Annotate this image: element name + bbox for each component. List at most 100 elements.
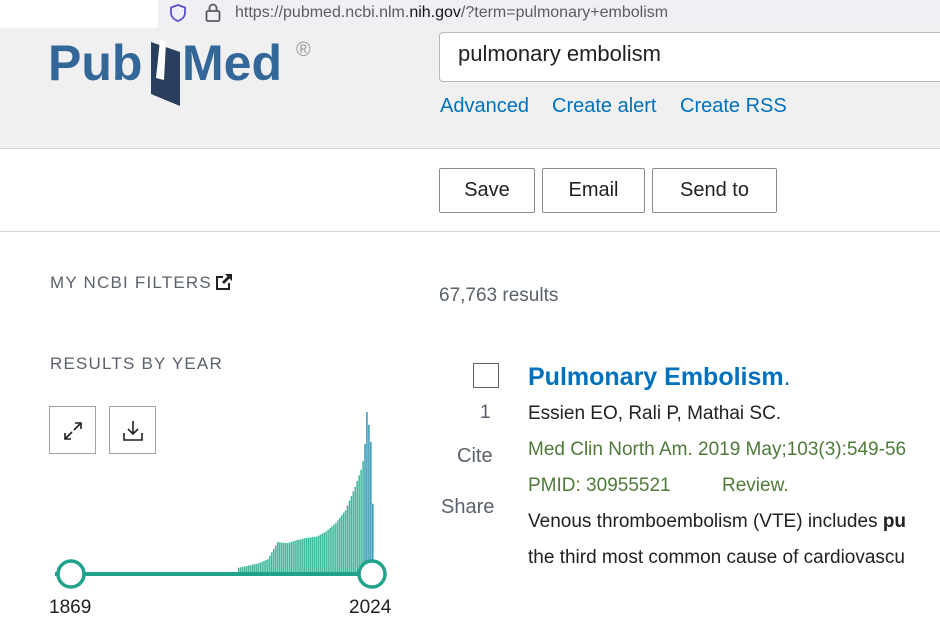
year-bar[interactable] bbox=[272, 548, 275, 572]
year-bar[interactable] bbox=[368, 424, 370, 572]
result-select-checkbox[interactable] bbox=[473, 363, 499, 388]
year-bar[interactable] bbox=[311, 537, 314, 572]
year-bar[interactable] bbox=[335, 522, 337, 572]
year-bar[interactable] bbox=[241, 566, 244, 572]
lock-icon[interactable] bbox=[203, 2, 223, 24]
result-title-link[interactable]: Pulmonary Embolism. bbox=[528, 363, 791, 392]
year-bar[interactable] bbox=[317, 535, 320, 572]
year-bar[interactable] bbox=[265, 560, 267, 572]
create-rss-link[interactable]: Create RSS bbox=[680, 95, 787, 118]
year-bar[interactable] bbox=[261, 561, 263, 572]
year-bar[interactable] bbox=[300, 539, 302, 572]
year-bar[interactable] bbox=[302, 538, 304, 572]
year-bar[interactable] bbox=[245, 566, 248, 572]
slider-handle-end[interactable] bbox=[357, 559, 387, 589]
year-bar[interactable] bbox=[348, 500, 351, 572]
year-bar[interactable] bbox=[294, 540, 296, 572]
year-bar[interactable] bbox=[331, 526, 333, 572]
email-button[interactable]: Email bbox=[542, 168, 645, 213]
year-bar[interactable] bbox=[259, 562, 261, 572]
year-bar[interactable] bbox=[356, 480, 358, 572]
year-bar[interactable] bbox=[321, 533, 324, 572]
year-bar[interactable] bbox=[280, 542, 283, 572]
year-bar[interactable] bbox=[319, 534, 322, 572]
url-path: /?term=pulmonary+embolism bbox=[460, 4, 669, 21]
result-title-suffix: . bbox=[783, 363, 791, 391]
year-bar[interactable] bbox=[239, 567, 242, 572]
year-bar[interactable] bbox=[327, 529, 329, 572]
year-bar[interactable] bbox=[362, 461, 364, 572]
year-bar[interactable] bbox=[340, 515, 343, 572]
result-authors: Essien EO, Rali P, Mathai SC. bbox=[528, 403, 782, 424]
result-citation: Med Clin North Am. 2019 May;103(3):549-5… bbox=[528, 439, 907, 460]
year-bar[interactable] bbox=[288, 542, 291, 572]
year-bar[interactable] bbox=[267, 559, 269, 572]
pubmed-logo[interactable]: Pub Med ® bbox=[48, 36, 323, 106]
year-bar[interactable] bbox=[263, 560, 265, 572]
year-bar[interactable] bbox=[346, 505, 349, 572]
year-bar[interactable] bbox=[278, 542, 281, 572]
year-bar[interactable] bbox=[342, 512, 345, 572]
year-bar[interactable] bbox=[337, 520, 339, 572]
year-bars bbox=[238, 412, 374, 572]
year-bar[interactable] bbox=[247, 565, 250, 572]
results-count: 67,763 results bbox=[439, 285, 559, 306]
search-input[interactable]: pulmonary embolism bbox=[439, 32, 940, 82]
year-bar[interactable] bbox=[350, 496, 353, 572]
url-text[interactable]: https://pubmed.ncbi.nlm.nih.gov/?term=pu… bbox=[235, 4, 668, 22]
year-bar[interactable] bbox=[271, 552, 273, 572]
browser-address-bar[interactable]: https://pubmed.ncbi.nlm.nih.gov/?term=pu… bbox=[0, 0, 940, 28]
year-bar[interactable] bbox=[296, 540, 298, 572]
year-bar[interactable] bbox=[354, 486, 357, 572]
year-bar[interactable] bbox=[243, 566, 246, 572]
slider-handle-start[interactable] bbox=[56, 559, 86, 589]
shield-icon[interactable] bbox=[168, 3, 188, 23]
year-bar[interactable] bbox=[364, 444, 366, 572]
year-bar[interactable] bbox=[255, 563, 258, 572]
year-bar[interactable] bbox=[257, 563, 259, 572]
cite-button[interactable]: Cite bbox=[457, 445, 493, 468]
logo-pub-text: Pub bbox=[48, 36, 142, 91]
year-bar[interactable] bbox=[323, 532, 325, 572]
year-bar[interactable] bbox=[292, 541, 294, 572]
advanced-search-link[interactable]: Advanced bbox=[440, 95, 529, 118]
snippet-text: Venous thromboembolism (VTE) includes bbox=[528, 511, 883, 532]
year-bar[interactable] bbox=[276, 542, 279, 572]
create-alert-link[interactable]: Create alert bbox=[552, 95, 657, 118]
save-button[interactable]: Save bbox=[439, 168, 535, 213]
year-bar[interactable] bbox=[298, 539, 300, 572]
year-bar[interactable] bbox=[360, 469, 362, 572]
year-bar[interactable] bbox=[352, 491, 355, 572]
year-bar[interactable] bbox=[253, 564, 256, 572]
year-bar[interactable] bbox=[366, 412, 368, 572]
year-bar[interactable] bbox=[304, 538, 306, 572]
year-bar[interactable] bbox=[344, 510, 347, 572]
year-bar[interactable] bbox=[286, 543, 289, 572]
url-prefix: https://pubmed.ncbi.nlm. bbox=[235, 4, 410, 21]
year-bar[interactable] bbox=[284, 542, 287, 572]
send-to-button[interactable]: Send to bbox=[652, 168, 777, 213]
year-bar[interactable] bbox=[325, 531, 327, 572]
external-link-icon[interactable] bbox=[214, 272, 234, 292]
year-bar[interactable] bbox=[274, 545, 277, 572]
year-bar[interactable] bbox=[309, 537, 312, 572]
share-button[interactable]: Share bbox=[441, 496, 494, 519]
year-bar[interactable] bbox=[313, 537, 316, 572]
year-bar[interactable] bbox=[338, 517, 341, 572]
year-bar[interactable] bbox=[370, 441, 372, 572]
year-bar[interactable] bbox=[251, 564, 254, 572]
year-bar[interactable] bbox=[269, 555, 271, 572]
year-bar[interactable] bbox=[333, 524, 335, 572]
my-ncbi-filters-title[interactable]: MY NCBI FILTERS bbox=[50, 273, 212, 293]
results-by-year-chart[interactable] bbox=[50, 400, 400, 590]
logo-book-shape bbox=[151, 42, 180, 106]
year-bar[interactable] bbox=[282, 542, 285, 572]
year-bar[interactable] bbox=[305, 537, 308, 572]
year-bar[interactable] bbox=[358, 475, 360, 572]
year-bar[interactable] bbox=[290, 541, 292, 572]
year-bar[interactable] bbox=[315, 536, 318, 572]
year-bar[interactable] bbox=[238, 567, 240, 572]
year-bar[interactable] bbox=[307, 537, 310, 572]
year-bar[interactable] bbox=[249, 565, 252, 572]
year-bar[interactable] bbox=[329, 528, 331, 572]
